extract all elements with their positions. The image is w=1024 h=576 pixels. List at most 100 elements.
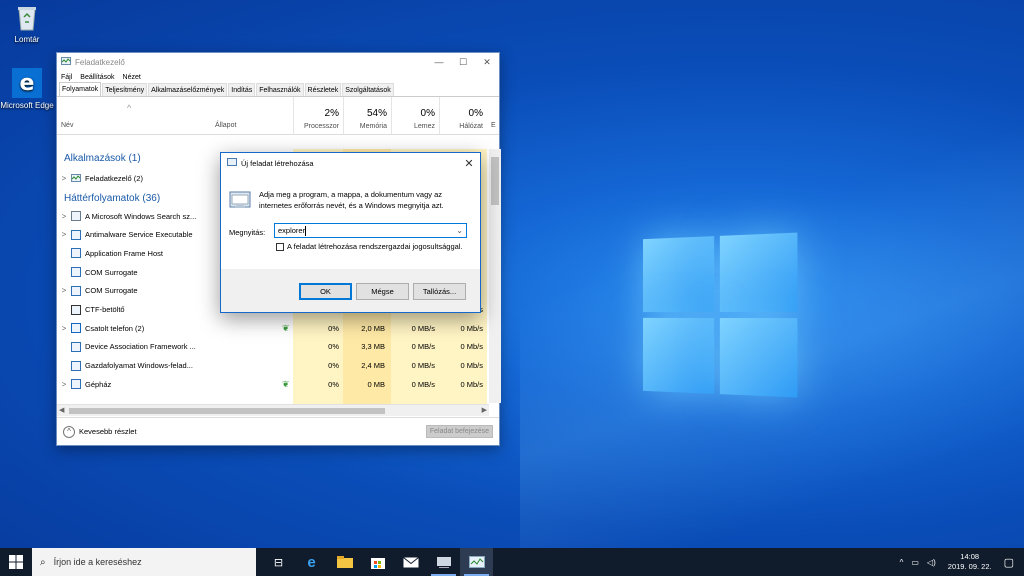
process-name: A Microsoft Windows Search sz... [85,211,197,221]
run-icon [227,158,237,168]
taskbar-mail[interactable] [394,548,427,576]
taskbar-task-manager[interactable] [460,548,493,576]
column-disk[interactable]: 0% Lemez [391,97,439,135]
end-task-button[interactable]: Feladat befejezése [425,425,493,438]
column-extra[interactable]: E [491,122,496,129]
tab-startup[interactable]: Indítás [228,83,256,96]
browse-button[interactable]: Tallózás... [413,283,466,300]
cpu-label: Processzor [303,123,339,130]
column-name[interactable]: Név [61,122,73,129]
tab-details[interactable]: Részletek [304,83,342,96]
horizontal-scrollbar[interactable]: ◀ ▶ [57,404,489,416]
menu-options[interactable]: Beállítások [80,74,114,81]
clock[interactable]: 14:08 2019. 09. 22. [948,552,992,572]
scroll-left-icon[interactable]: ◀ [59,406,64,414]
ok-button[interactable]: OK [299,283,352,300]
cell-disk: 0 MB/s [411,361,435,371]
task-manager-icon [71,173,81,183]
menu-bar: Fájl Beállítások Nézet [57,71,499,83]
process-icon [71,360,81,371]
task-manager-icon [61,56,71,68]
fewer-details-button[interactable]: ^ Kevesebb részlet [63,425,137,438]
process-icon [71,285,81,296]
process-name: CTF-betöltő [85,305,125,314]
search-box[interactable]: ⌕ Írjon ide a kereséshez [32,548,256,576]
title-bar[interactable]: Feladatkezelő — ☐ ✕ [57,53,499,71]
column-memory[interactable]: 54% Memória [343,97,391,135]
taskbar-edge[interactable]: e [295,548,328,576]
task-manager-icon [468,556,485,568]
admin-checkbox-row[interactable]: A feladat létrehozása rendszergazdai jog… [276,242,463,251]
taskbar-run[interactable] [427,548,460,576]
tab-performance[interactable]: Teljesítmény [102,83,148,96]
admin-checkbox[interactable] [276,242,284,251]
cell-cpu: 0% [328,361,339,371]
open-input[interactable]: explorer [278,226,305,235]
menu-view[interactable]: Nézet [123,74,141,81]
open-combobox[interactable]: explorer ⌄ [274,223,467,238]
desktop-icon-label: Microsoft Edge [0,101,54,110]
process-icon [71,341,81,352]
close-icon[interactable]: ✕ [458,157,480,170]
volume-icon[interactable]: ◁) [927,558,936,567]
taskbar-store[interactable] [361,548,394,576]
cell-mem: 2,4 MB [361,361,385,371]
suspended-leaf-icon: ❦ [282,378,290,389]
process-icon [71,229,81,240]
process-icon [71,267,81,278]
task-view-icon: ⊟ [273,556,284,569]
expand-chevron-icon[interactable]: > [57,286,71,295]
process-name: Feladatkezelő (2) [85,173,143,183]
table-row[interactable]: Gazdafolyamat Windows-felad... 0% 2,4 MB 0 … [57,357,493,375]
expand-chevron-icon[interactable]: > [57,212,71,221]
fewer-details-label: Kevesebb részlet [79,427,137,436]
tab-users[interactable]: Felhasználók [256,83,304,96]
edge-icon: e [12,68,42,98]
tab-bar: Folyamatok Teljesítmény Alkalmazáselőzmé… [57,82,499,97]
tab-processes[interactable]: Folyamatok [59,82,102,96]
expand-chevron-icon[interactable]: > [57,324,71,333]
mail-icon [402,556,419,567]
chevron-down-icon[interactable]: ⌄ [456,224,463,237]
taskbar-file-explorer[interactable] [328,548,361,576]
minimize-button[interactable]: — [427,57,451,68]
cancel-button[interactable]: Mégse [356,283,409,300]
run-program-icon [229,189,251,213]
tab-services[interactable]: Szolgáltatások [342,83,394,96]
start-button[interactable] [0,548,32,576]
table-row[interactable]: > Csatolt telefon (2) 0% 2,0 MB 0 MB/s 0 Mb/s… [57,319,493,337]
task-view-button[interactable]: ⊟ [262,548,295,576]
edge-icon: e [307,553,316,571]
column-cpu[interactable]: 2% Processzor [293,97,343,135]
process-name: Device Association Framework ... [85,342,196,352]
desktop-icon-label: Lomtár [14,35,40,44]
cell-net: 0 Mb/s [460,379,483,389]
dialog-description: Adja meg a program, a mappa, a dokumentu… [259,190,444,210]
expand-chevron-icon[interactable]: > [57,174,71,183]
table-row[interactable]: > Gépház 0% 0 MB 0 MB/s 0 Mb/s ❦ [57,375,493,393]
expand-chevron-icon[interactable]: > [57,380,71,389]
column-status[interactable]: Állapot [215,122,236,129]
network-label: Hálózat [459,123,483,130]
column-network[interactable]: 0% Hálózat [439,97,487,135]
process-icon [71,248,81,259]
create-new-task-dialog: Új feladat létrehozása ✕ Adja meg a prog… [220,152,481,313]
group-apps: Alkalmazások (1) [64,153,141,164]
memory-label: Memória [359,123,387,130]
maximize-button[interactable]: ☐ [451,57,475,68]
dialog-title-bar[interactable]: Új feladat létrehozása ✕ [221,153,480,173]
table-row[interactable]: Device Association Framework ... 0% 3,3 MB… [57,338,493,356]
menu-file[interactable]: Fájl [61,74,72,81]
cell-disk: 0 MB/s [411,323,435,333]
scroll-right-icon[interactable]: ▶ [482,406,487,414]
vertical-scrollbar[interactable] [489,149,501,403]
desktop-icon-edge[interactable]: e Microsoft Edge [0,68,54,110]
tab-app-history[interactable]: Alkalmazáselőzmények [148,83,228,96]
close-button[interactable]: ✕ [475,57,499,68]
action-center-icon[interactable]: ▢ [1004,556,1014,569]
system-tray: ^ ▭ ◁) 14:08 2019. 09. 22. ▢ [896,548,1024,576]
desktop-icon-recycle-bin[interactable]: Lomtár [0,4,54,44]
chevron-up-icon[interactable]: ^ [900,558,904,567]
network-icon[interactable]: ▭ [911,558,919,567]
expand-chevron-icon[interactable]: > [57,230,71,239]
